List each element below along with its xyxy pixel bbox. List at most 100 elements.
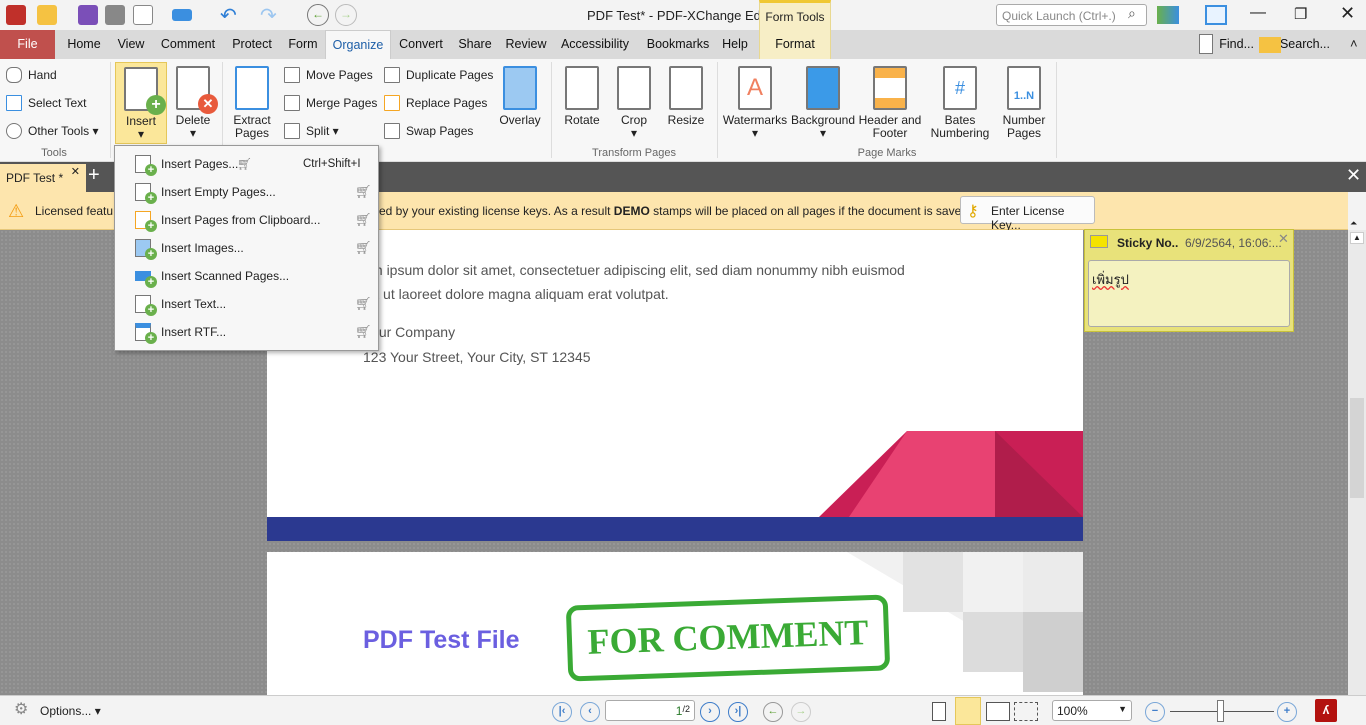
zoom-slider-thumb[interactable] — [1217, 700, 1224, 722]
scroll-top-icon[interactable]: ⏶ — [1350, 218, 1357, 229]
tab-comment[interactable]: Comment — [155, 30, 221, 59]
for-comment-stamp[interactable]: FOR COMMENT — [565, 594, 891, 682]
tab-review[interactable]: Review — [502, 30, 550, 59]
header-footer-button[interactable]: Header and Footer — [858, 62, 922, 144]
new-tab-button[interactable]: + — [88, 164, 100, 187]
merge-pages-button[interactable]: Merge Pages — [282, 92, 377, 114]
close-document-button[interactable]: ✕ — [1346, 165, 1361, 186]
background-icon — [806, 66, 840, 110]
continuous-facing-view-icon[interactable] — [1014, 702, 1038, 721]
tab-form[interactable]: Form — [282, 30, 324, 59]
enter-license-key-button[interactable]: ⚷ Enter License Key... — [960, 196, 1095, 232]
select-text-label: Select Text — [28, 96, 87, 110]
watermarks-button[interactable]: A Watermarks ▾ — [722, 62, 788, 144]
vertical-scrollbar[interactable]: ⏶ ▲ — [1348, 218, 1366, 695]
swap-pages-button[interactable]: Swap Pages — [382, 120, 473, 142]
select-text-icon — [6, 95, 22, 111]
tab-home[interactable]: Home — [60, 30, 108, 59]
split-button[interactable]: Split ▾ — [282, 120, 339, 142]
next-view-button[interactable]: → — [791, 702, 811, 722]
swap-pages-label: Swap Pages — [406, 124, 474, 138]
menu-item-insert-scanned-pages[interactable]: + Insert Scanned Pages... — [115, 262, 378, 290]
sticky-text-field[interactable]: เพิ่มรูป — [1088, 260, 1290, 327]
tab-protect[interactable]: Protect — [226, 30, 278, 59]
menu-item-insert-images[interactable]: + Insert Images... 🛒︎ — [115, 234, 378, 262]
tab-format[interactable]: Format — [759, 30, 831, 59]
page-2: PDF Test File FOR COMMENT — [267, 552, 1083, 695]
scroll-up-icon[interactable]: ▲ — [1350, 232, 1364, 244]
page-number-input[interactable]: 1/2 — [605, 700, 695, 721]
close-tab-icon[interactable]: ✕ — [71, 165, 80, 178]
tab-share[interactable]: Share — [453, 30, 497, 59]
menu-item-label: Insert RTF... — [161, 325, 227, 339]
other-tools-button[interactable]: Other Tools ▾ — [4, 120, 99, 142]
gear-icon — [6, 123, 22, 139]
menu-item-insert-from-clipboard[interactable]: + Insert Pages from Clipboard... 🛒︎ — [115, 206, 378, 234]
tab-organize[interactable]: Organize — [325, 30, 391, 59]
hand-tool[interactable]: Hand — [4, 64, 57, 86]
background-button[interactable]: Background ▾ — [790, 62, 856, 144]
menu-item-insert-rtf[interactable]: + Insert RTF... 🛒︎ — [115, 318, 378, 346]
zoom-out-button[interactable]: − — [1145, 702, 1165, 722]
first-page-button[interactable]: |‹ — [552, 702, 572, 722]
company-address: 123 Your Street, Your City, ST 12345 — [363, 349, 591, 365]
header-footer-icon — [873, 66, 907, 110]
sticky-close-icon[interactable]: ✕ — [1278, 231, 1289, 247]
zoom-in-button[interactable]: + — [1277, 702, 1297, 722]
enter-license-key-label: Enter License Key... — [991, 204, 1065, 232]
tab-view[interactable]: View — [112, 30, 150, 59]
previous-page-button[interactable]: ‹ — [580, 702, 600, 722]
bates-numbering-button[interactable]: # Bates Numbering — [924, 62, 996, 144]
warning-text-start: Licensed featu — [35, 204, 114, 218]
tab-convert[interactable]: Convert — [393, 30, 449, 59]
menu-item-insert-pages[interactable]: + Insert Pages... 🛒︎ Ctrl+Shift+I — [115, 150, 378, 178]
tab-help[interactable]: Help — [718, 30, 752, 59]
continuous-view-icon[interactable] — [955, 697, 981, 725]
zoom-select[interactable]: 100% ▼ — [1052, 700, 1132, 721]
tab-file[interactable]: File — [0, 30, 55, 59]
tab-accessibility[interactable]: Accessibility — [555, 30, 635, 59]
close-window-button[interactable]: ✕ — [1340, 3, 1355, 24]
select-text-tool[interactable]: Select Text — [4, 92, 86, 114]
tab-bookmarks[interactable]: Bookmarks — [640, 30, 716, 59]
group-label-transform: Transform Pages — [592, 147, 676, 159]
overlay-button[interactable]: Overlay — [496, 62, 544, 144]
quick-launch-input[interactable]: Quick Launch (Ctrl+.) — [996, 4, 1147, 26]
delete-button[interactable]: ✕ Delete ▾ — [168, 62, 218, 144]
cart-icon: 🛒︎ — [237, 157, 253, 171]
rotate-button[interactable]: Rotate — [558, 62, 606, 144]
duplicate-pages-button[interactable]: Duplicate Pages — [382, 64, 493, 86]
fullscreen-icon[interactable] — [1205, 5, 1227, 25]
pdf-icon[interactable]: ʎ — [1315, 699, 1337, 722]
next-page-button[interactable]: › — [700, 702, 720, 722]
resize-button[interactable]: Resize — [662, 62, 710, 144]
single-page-view-icon[interactable] — [932, 702, 946, 721]
facing-view-icon[interactable] — [986, 702, 1010, 721]
menu-item-insert-empty-pages[interactable]: + Insert Empty Pages... 🛒︎ — [115, 178, 378, 206]
extract-pages-button[interactable]: Extract Pages — [228, 62, 276, 144]
scroll-thumb[interactable] — [1350, 398, 1364, 498]
insert-button[interactable]: + Insert ▾ — [115, 62, 167, 144]
previous-view-button[interactable]: ← — [763, 702, 783, 722]
last-page-button[interactable]: ›| — [728, 702, 748, 722]
ui-options-icon[interactable] — [1157, 6, 1179, 24]
delete-label: Delete — [175, 113, 211, 127]
restore-button[interactable]: ❐ — [1294, 5, 1307, 23]
cart-icon: 🛒︎ — [355, 296, 372, 311]
collapse-ribbon-icon[interactable]: ˄ — [1350, 36, 1358, 51]
number-pages-label: Number Pages — [1002, 113, 1046, 140]
move-pages-button[interactable]: Move Pages — [282, 64, 373, 86]
warning-icon: ⚠ — [8, 201, 25, 221]
group-label-tools: Tools — [41, 147, 67, 159]
sticky-note-popup[interactable]: Sticky No.. 6/9/2564, 16:06:... ✕ เพิ่มร… — [1084, 229, 1294, 332]
crop-button[interactable]: Crop ▾ — [610, 62, 658, 144]
menu-item-insert-text[interactable]: + Insert Text... 🛒︎ — [115, 290, 378, 318]
duplicate-pages-label: Duplicate Pages — [406, 68, 494, 82]
replace-pages-button[interactable]: Replace Pages — [382, 92, 487, 114]
number-pages-button[interactable]: 1..N Number Pages — [998, 62, 1050, 144]
form-tools-label: Form Tools — [765, 10, 825, 24]
merge-pages-icon — [284, 95, 300, 111]
options-button[interactable]: Options... ▾ — [40, 704, 101, 718]
doc-tab-pdf-test[interactable]: PDF Test * ✕ — [0, 164, 86, 192]
minimize-button[interactable]: — — [1250, 4, 1266, 22]
